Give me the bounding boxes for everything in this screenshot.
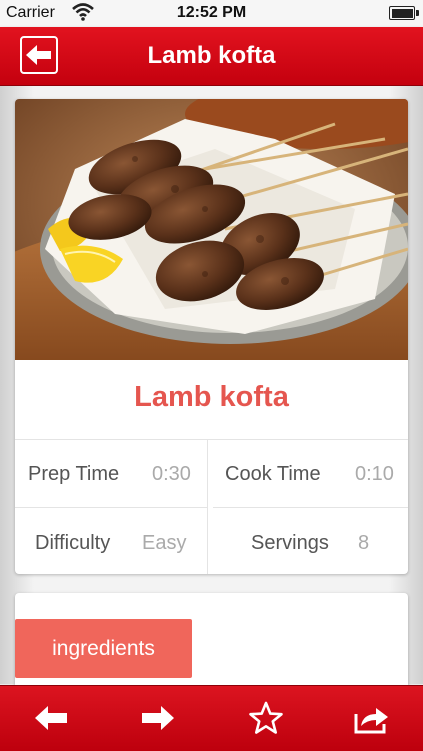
divider [15,507,208,508]
status-bar: Carrier 12:52 PM [0,0,423,27]
servings-label: Servings [251,532,329,554]
battery-icon [389,6,419,20]
prep-time-label: Prep Time [28,463,120,485]
recipe-card: Lamb kofta Prep Time 0:30 Cook Time 0:10… [15,99,408,574]
previous-button[interactable] [32,700,72,736]
difficulty-label: Difficulty [35,532,111,554]
nav-bar: Lamb kofta [0,27,423,86]
share-button[interactable] [352,700,392,736]
clock-time: 12:52 PM [176,4,247,21]
difficulty-value: Easy [142,532,187,554]
divider [15,439,408,440]
favorite-button[interactable] [246,700,286,736]
divider [213,507,408,508]
page-title: Lamb kofta [147,42,276,69]
recipe-title: Lamb kofta [134,381,289,413]
ingredients-tab[interactable]: ingredients [15,619,192,678]
next-button[interactable] [137,700,177,736]
servings-value: 8 [358,532,370,554]
previous-arrow-icon [35,706,67,730]
food-photo [15,99,408,360]
bottom-toolbar [0,685,423,751]
next-arrow-icon [142,706,174,730]
share-icon [354,708,388,734]
star-icon [249,701,283,734]
prep-time-value: 0:30 [152,463,191,485]
cook-time-value: 0:10 [355,463,394,485]
cook-time-label: Cook Time [225,463,321,485]
